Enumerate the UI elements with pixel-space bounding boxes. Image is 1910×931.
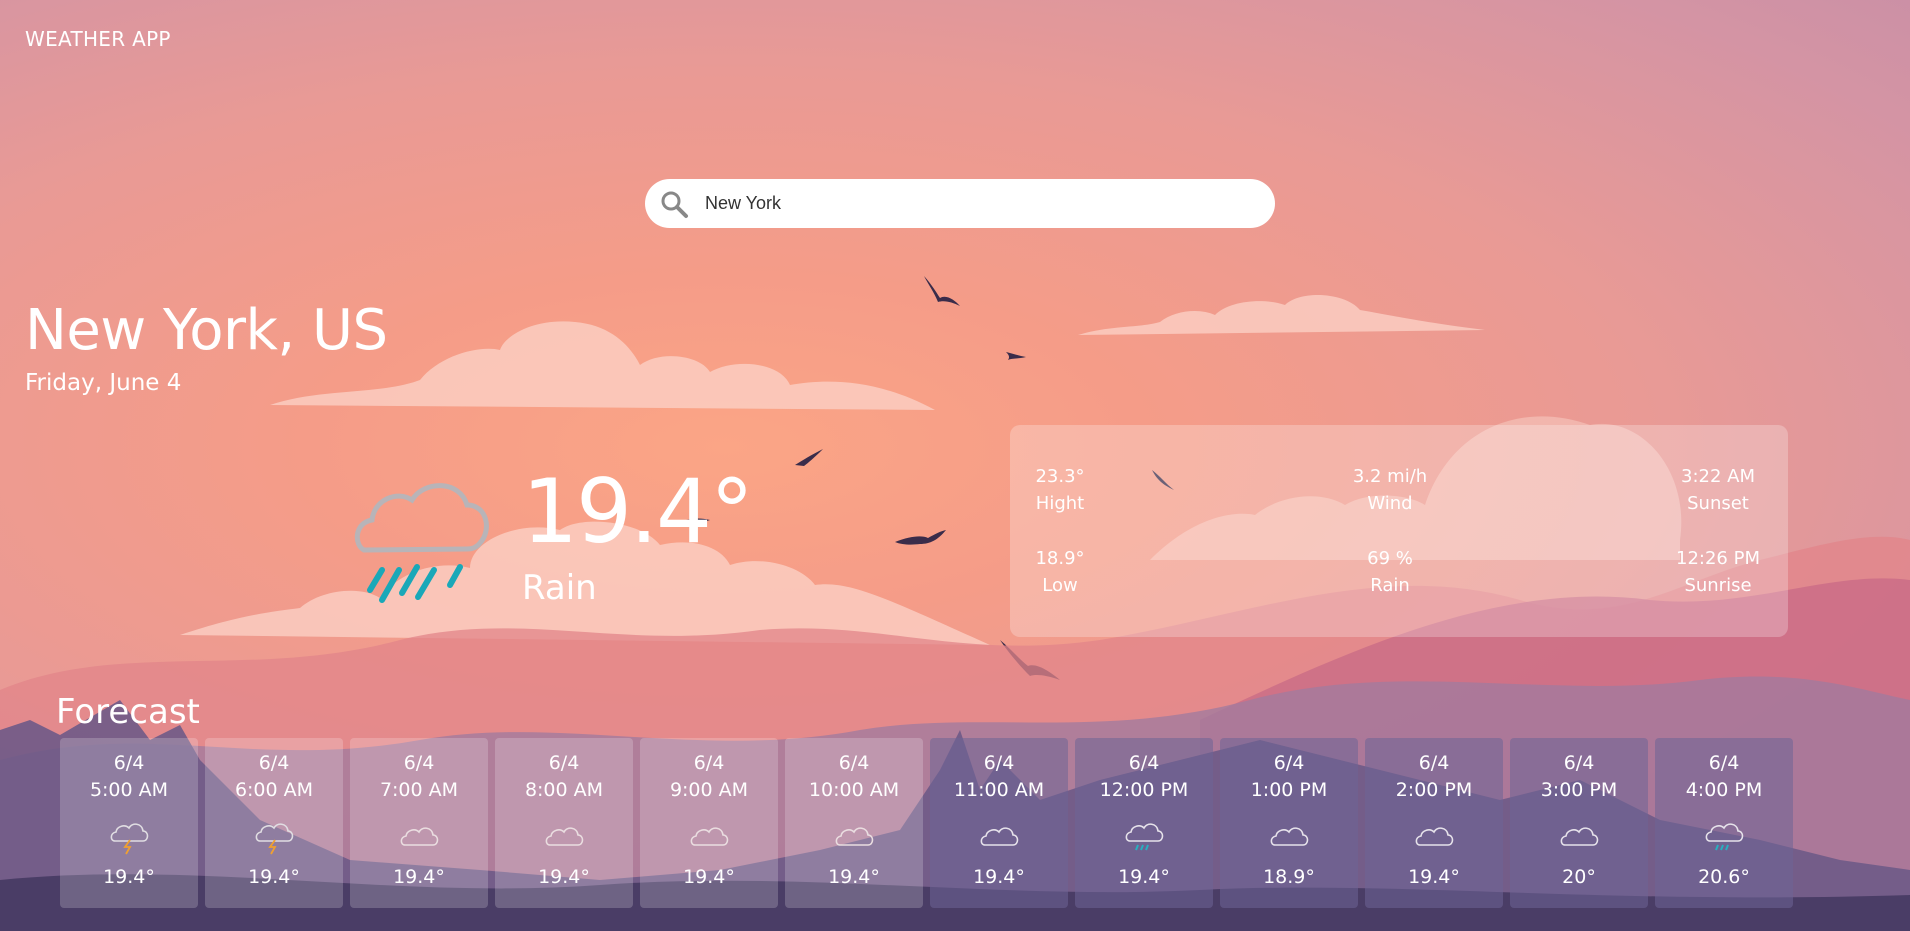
forecast-date: 6/4 xyxy=(1708,752,1740,774)
forecast-list: 6/4 5:00 AM 19.4° 6/4 6:00 AM 19.4° 6/4 … xyxy=(60,738,1794,908)
current-date: Friday, June 4 xyxy=(25,370,182,396)
rain-cloud-icon xyxy=(1705,823,1744,851)
forecast-temp: 19.4° xyxy=(538,866,590,888)
cloud-icon xyxy=(545,827,584,846)
forecast-temp: 19.4° xyxy=(973,866,1025,888)
forecast-time: 2:00 PM xyxy=(1395,779,1473,801)
forecast-temp: 19.4° xyxy=(1118,866,1170,888)
stat-high-label: Hight xyxy=(1035,493,1085,514)
current-condition: Rain xyxy=(522,568,597,608)
forecast-card[interactable]: 6/4 7:00 AM 19.4° xyxy=(350,738,488,908)
stat-low-value: 18.9° xyxy=(1035,548,1085,569)
search-bar[interactable] xyxy=(645,179,1275,228)
forecast-temp: 19.4° xyxy=(103,866,155,888)
stat-low-label: Low xyxy=(1042,575,1078,596)
forecast-time: 5:00 AM xyxy=(89,779,169,801)
forecast-date: 6/4 xyxy=(1563,752,1595,774)
search-input[interactable] xyxy=(703,192,1227,215)
forecast-time: 8:00 AM xyxy=(524,779,604,801)
stat-sunrise: 12:26 PM Sunrise xyxy=(1658,545,1778,599)
forecast-time: 7:00 AM xyxy=(379,779,459,801)
stat-wind: 3.2 mi/h Wind xyxy=(1325,463,1455,517)
stat-rain: 69 % Rain xyxy=(1325,545,1455,599)
forecast-temp: 19.4° xyxy=(828,866,880,888)
forecast-date: 6/4 xyxy=(113,752,145,774)
forecast-time: 12:00 PM xyxy=(1099,779,1189,801)
forecast-temp: 19.4° xyxy=(1408,866,1460,888)
thunder-cloud-icon xyxy=(255,823,294,855)
cloud-icon xyxy=(835,827,874,846)
forecast-card[interactable]: 6/4 5:00 AM 19.4° xyxy=(60,738,198,908)
cloud-icon xyxy=(400,827,439,846)
forecast-date: 6/4 xyxy=(693,752,725,774)
forecast-time: 1:00 PM xyxy=(1250,779,1328,801)
forecast-date: 6/4 xyxy=(838,752,870,774)
stat-wind-label: Wind xyxy=(1367,493,1413,514)
stat-wind-value: 3.2 mi/h xyxy=(1352,466,1428,487)
forecast-date: 6/4 xyxy=(1273,752,1305,774)
cloud-icon xyxy=(1560,827,1599,846)
forecast-date: 6/4 xyxy=(1418,752,1450,774)
city-name: New York, US xyxy=(25,298,388,363)
search-icon[interactable] xyxy=(659,189,689,219)
stat-low: 18.9° Low xyxy=(1022,545,1098,599)
rain-cloud-icon xyxy=(354,483,489,603)
cloud-icon xyxy=(980,827,1019,846)
forecast-date: 6/4 xyxy=(403,752,435,774)
forecast-temp: 19.4° xyxy=(683,866,735,888)
forecast-time: 11:00 AM xyxy=(953,779,1045,801)
forecast-temp: 18.9° xyxy=(1263,866,1315,888)
forecast-title: Forecast xyxy=(56,692,200,732)
thunder-cloud-icon xyxy=(110,823,149,855)
stat-high: 23.3° Hight xyxy=(1022,463,1098,517)
stat-high-value: 23.3° xyxy=(1035,466,1085,487)
rain-cloud-icon xyxy=(1125,823,1164,851)
current-temperature: 19.4° xyxy=(522,460,754,563)
stat-sunset-label: Sunset xyxy=(1687,493,1749,514)
forecast-date: 6/4 xyxy=(1128,752,1160,774)
forecast-date: 6/4 xyxy=(548,752,580,774)
forecast-time: 9:00 AM xyxy=(669,779,749,801)
forecast-card[interactable]: 6/4 12:00 PM 19.4° xyxy=(1075,738,1213,908)
forecast-time: 3:00 PM xyxy=(1540,779,1618,801)
cloud-icon xyxy=(1270,827,1309,846)
forecast-card[interactable]: 6/4 11:00 AM 19.4° xyxy=(930,738,1068,908)
forecast-temp: 20.6° xyxy=(1698,866,1750,888)
forecast-date: 6/4 xyxy=(983,752,1015,774)
forecast-card[interactable]: 6/4 2:00 PM 19.4° xyxy=(1365,738,1503,908)
stat-rain-label: Rain xyxy=(1370,575,1410,596)
cloud-icon xyxy=(1415,827,1454,846)
forecast-card[interactable]: 6/4 8:00 AM 19.4° xyxy=(495,738,633,908)
details-panel: 23.3° Hight 18.9° Low 3.2 mi/h Wind 69 %… xyxy=(1010,425,1788,637)
forecast-card[interactable]: 6/4 6:00 AM 19.4° xyxy=(205,738,343,908)
forecast-card[interactable]: 6/4 9:00 AM 19.4° xyxy=(640,738,778,908)
stat-rain-value: 69 % xyxy=(1367,548,1413,569)
forecast-date: 6/4 xyxy=(258,752,290,774)
stat-sunset-value: 3:22 AM xyxy=(1681,466,1755,487)
forecast-card[interactable]: 6/4 10:00 AM 19.4° xyxy=(785,738,923,908)
forecast-card[interactable]: 6/4 3:00 PM 20° xyxy=(1510,738,1648,908)
stat-sunset: 3:22 AM Sunset xyxy=(1658,463,1778,517)
forecast-card[interactable]: 6/4 4:00 PM 20.6° xyxy=(1655,738,1793,908)
forecast-temp: 20° xyxy=(1562,866,1596,888)
forecast-temp: 19.4° xyxy=(393,866,445,888)
forecast-time: 6:00 AM xyxy=(234,779,314,801)
stat-sunrise-label: Sunrise xyxy=(1684,575,1752,596)
forecast-temp: 19.4° xyxy=(248,866,300,888)
forecast-time: 4:00 PM xyxy=(1685,779,1763,801)
forecast-time: 10:00 AM xyxy=(808,779,900,801)
cloud-icon xyxy=(690,827,729,846)
app-title: WEATHER APP xyxy=(25,27,171,51)
forecast-card[interactable]: 6/4 1:00 PM 18.9° xyxy=(1220,738,1358,908)
stat-sunrise-value: 12:26 PM xyxy=(1676,548,1760,569)
